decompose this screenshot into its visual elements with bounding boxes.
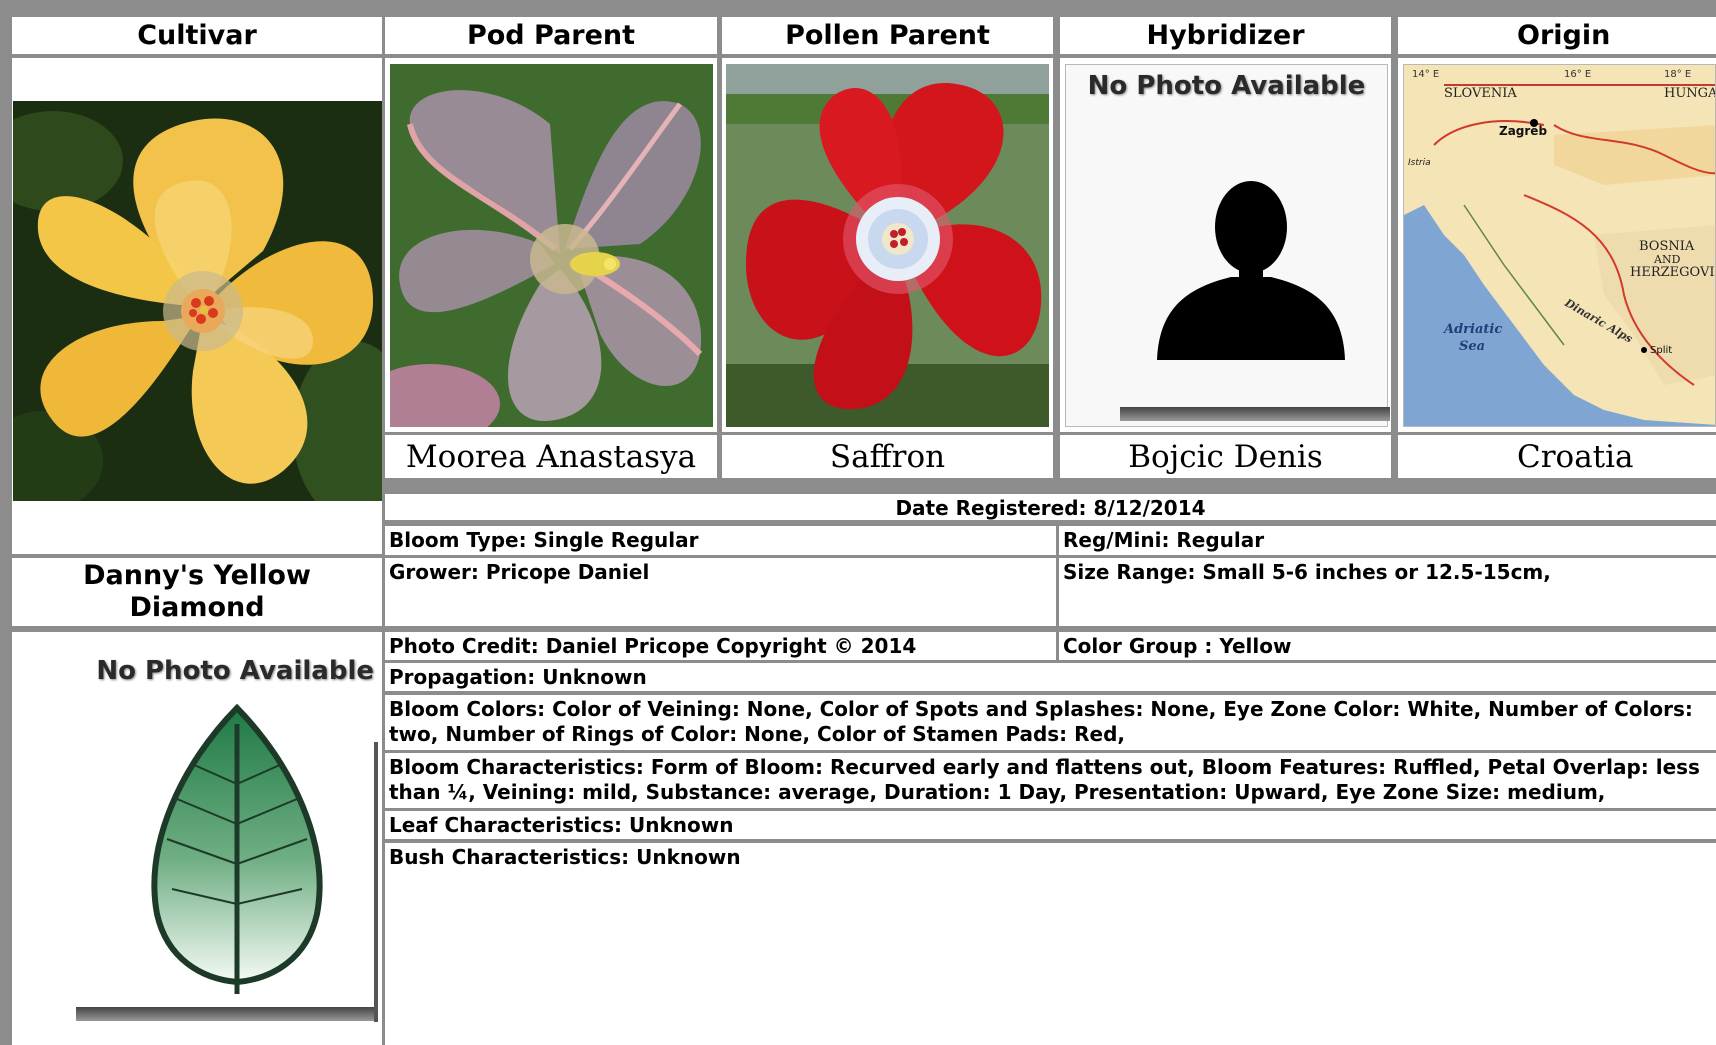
reg-mini: Reg/Mini: Regular [1059, 526, 1716, 555]
map-label-split: Split [1650, 345, 1672, 356]
size-range: Size Range: Small 5-6 inches or 12.5-15c… [1059, 558, 1716, 626]
hybridizer-name[interactable]: Bojcic Denis [1060, 435, 1391, 478]
map-label-hungary: HUNGAR [1664, 86, 1716, 101]
map-lon-14: 14° E [1412, 69, 1439, 80]
person-silhouette-icon [1157, 181, 1345, 360]
color-group: Color Group : Yellow [1059, 632, 1716, 660]
hybridizer-no-photo-label: No Photo Available [1087, 71, 1366, 101]
cultivar-name-text: Danny's Yellow Diamond [83, 560, 311, 623]
cultivar-name: Danny's Yellow Diamond [12, 558, 382, 626]
hybridizer-photo-cell: No Photo Available [1060, 58, 1391, 432]
map-label-sea: Sea [1459, 339, 1485, 354]
photo-credit-text: Photo Credit: Daniel Pricope Copyright ©… [389, 634, 917, 658]
hybridizer-photo[interactable]: No Photo Available [1065, 64, 1390, 427]
header-pod-parent-label: Pod Parent [466, 20, 636, 51]
header-hybridizer-label: Hybridizer [1146, 20, 1305, 51]
bloom-type-text: Bloom Type: Single Regular [389, 528, 699, 552]
origin-map[interactable]: 14° E 16° E 18° E SLOVENIA HUNGAR Zagreb… [1403, 64, 1716, 427]
lavender-hibiscus-image [390, 64, 713, 427]
origin-name-text: Croatia [1517, 438, 1634, 475]
red-hibiscus-image [726, 64, 1049, 427]
propagation: Propagation: Unknown [385, 663, 1716, 691]
hybridizer-name-text: Bojcic Denis [1128, 438, 1323, 475]
pod-parent-name-text: Moorea Anastasya [405, 438, 697, 475]
pollen-parent-photo[interactable] [726, 64, 1049, 427]
grower-text: Grower: Pricope Daniel [389, 560, 650, 584]
origin-name[interactable]: Croatia [1398, 435, 1716, 478]
leaf-no-photo-label: No Photo Available [96, 656, 374, 686]
header-pollen-parent: Pollen Parent [722, 17, 1053, 54]
color-group-text: Color Group : Yellow [1063, 634, 1292, 658]
leaf-icon [151, 704, 323, 994]
bush-characteristics-text: Bush Characteristics: Unknown [389, 845, 741, 869]
header-cultivar: Cultivar [12, 17, 382, 54]
header-origin: Origin [1398, 17, 1716, 54]
bloom-characteristics-text: Bloom Characteristics: Form of Bloom: Re… [389, 755, 1700, 804]
pollen-parent-name[interactable]: Saffron [722, 435, 1053, 478]
bloom-colors-text: Bloom Colors: Color of Veining: None, Co… [389, 697, 1693, 746]
reg-mini-text: Reg/Mini: Regular [1063, 528, 1265, 552]
photo-credit: Photo Credit: Daniel Pricope Copyright ©… [385, 632, 1056, 660]
date-registered-text: Date Registered: 8/12/2014 [895, 496, 1206, 520]
shadow-divider [1120, 407, 1390, 421]
header-origin-label: Origin [1517, 20, 1611, 51]
cultivar-photo-cell [12, 58, 382, 554]
pollen-parent-photo-cell [722, 58, 1053, 432]
bloom-type: Bloom Type: Single Regular [385, 526, 1056, 555]
grower: Grower: Pricope Daniel [385, 558, 1056, 626]
map-label-slovenia: SLOVENIA [1444, 86, 1517, 101]
shadow-divider [76, 1007, 376, 1021]
map-label-istria: Istria [1408, 158, 1431, 168]
pod-parent-photo[interactable] [390, 64, 713, 427]
shadow-divider [374, 742, 378, 1022]
pod-parent-photo-cell [385, 58, 717, 432]
origin-photo-cell: 14° E 16° E 18° E SLOVENIA HUNGAR Zagreb… [1398, 58, 1716, 432]
map-label-bosnia: BOSNIA [1639, 239, 1695, 254]
header-pod-parent: Pod Parent [385, 17, 717, 54]
bush-characteristics: Bush Characteristics: Unknown [385, 843, 1716, 1045]
map-label-adriatic: Adriatic [1442, 322, 1502, 337]
size-range-text: Size Range: Small 5-6 inches or 12.5-15c… [1063, 560, 1551, 584]
map-label-zagreb: Zagreb [1499, 124, 1547, 138]
leaf-characteristics: Leaf Characteristics: Unknown [385, 811, 1716, 839]
bloom-colors: Bloom Colors: Color of Veining: None, Co… [385, 695, 1716, 750]
pod-parent-name[interactable]: Moorea Anastasya [385, 435, 717, 478]
cultivar-photo[interactable] [13, 101, 382, 501]
map-lon-16: 16° E [1564, 69, 1591, 80]
map-label-herzegovina: HERZEGOVINA [1630, 265, 1716, 280]
bloom-characteristics: Bloom Characteristics: Form of Bloom: Re… [385, 753, 1716, 808]
yellow-hibiscus-image [13, 101, 382, 501]
map-lon-18: 18° E [1664, 69, 1691, 80]
header-hybridizer: Hybridizer [1060, 17, 1391, 54]
date-registered: Date Registered: 8/12/2014 [385, 494, 1716, 520]
header-pollen-parent-label: Pollen Parent [785, 20, 990, 51]
leaf-characteristics-text: Leaf Characteristics: Unknown [389, 813, 734, 837]
propagation-text: Propagation: Unknown [389, 665, 647, 689]
header-cultivar-label: Cultivar [137, 20, 257, 51]
leaf-photo-cell: No Photo Available [12, 632, 382, 1045]
croatia-map-image: 14° E 16° E 18° E SLOVENIA HUNGAR Zagreb… [1404, 65, 1716, 426]
pollen-parent-name-text: Saffron [829, 438, 946, 475]
